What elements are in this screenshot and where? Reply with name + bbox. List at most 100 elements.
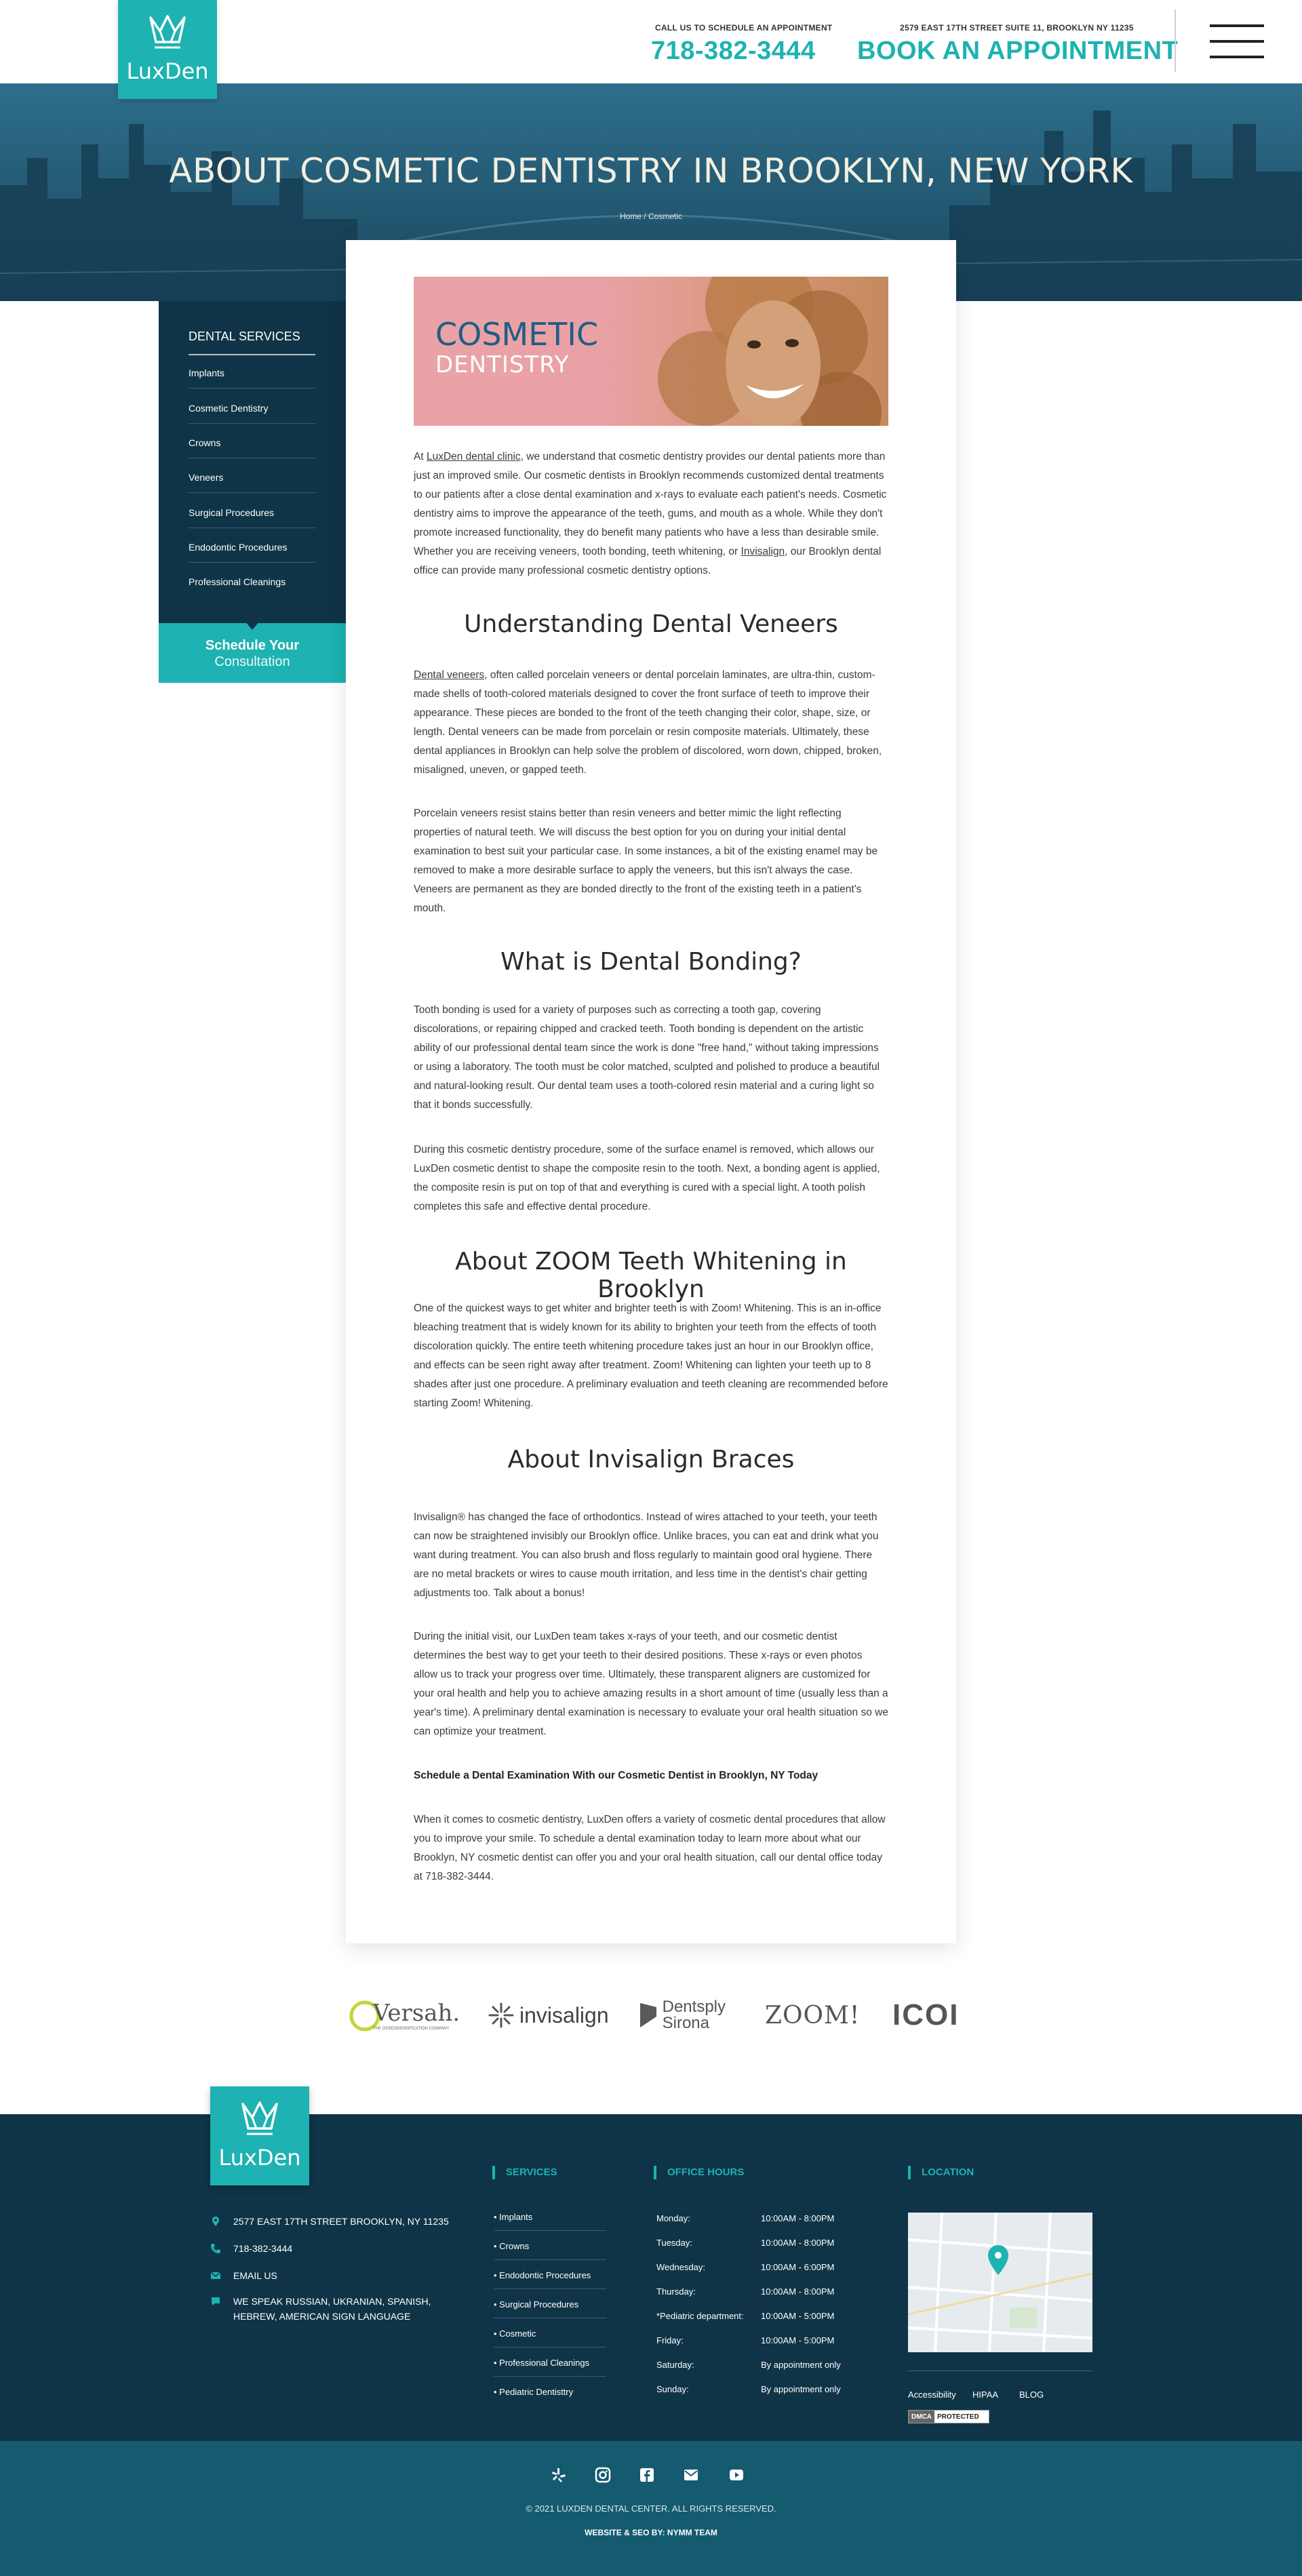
- hours-day: Saturday:: [656, 2360, 694, 2370]
- facebook-icon[interactable]: [639, 2467, 655, 2483]
- banner-line1: COSMETIC: [435, 316, 599, 353]
- email-icon[interactable]: [683, 2467, 699, 2483]
- footer-languages: WE SPEAK RUSSIAN, UKRANIAN, SPANISH, HEB…: [210, 2294, 468, 2324]
- accessibility-link[interactable]: Accessibility: [908, 2390, 956, 2400]
- versah-text: Versah.: [373, 2000, 460, 2027]
- cta-line2: Consultation: [214, 654, 290, 669]
- sidebar-item-professional-cleanings[interactable]: Professional Cleanings: [189, 576, 315, 597]
- versah-subtext: THE OSSEODENSIFICATION COMPANY: [373, 2027, 450, 2031]
- heading-bonding: What is Dental Bonding?: [500, 948, 802, 976]
- hours-time: 10:00AM - 8:00PM: [761, 2238, 835, 2248]
- header-phone-link[interactable]: 718-382-3444: [651, 37, 816, 66]
- hipaa-link[interactable]: HIPAA: [972, 2390, 998, 2400]
- footer-location-title: LOCATION: [908, 2166, 974, 2179]
- closing-paragraph: When it comes to cosmetic dentistry, Lux…: [414, 1814, 886, 1882]
- chat-bubble-icon: [212, 2297, 220, 2305]
- footer-service-surgical[interactable]: • Surgical Procedures: [494, 2299, 606, 2318]
- sirona-text: Sirona: [662, 2014, 709, 2032]
- footer-logo-text: LuxDen: [218, 2145, 301, 2171]
- crown-icon: [149, 15, 186, 49]
- invisalign-paragraph-1: Invisalign® has changed the face of orth…: [414, 1511, 879, 1599]
- footer-services-title: SERVICES: [492, 2166, 557, 2179]
- schedule-consultation-button[interactable]: Schedule Your Consultation: [159, 623, 346, 683]
- bonding-paragraph-2: During this cosmetic dentistry procedure…: [414, 1144, 880, 1212]
- hamburger-icon[interactable]: [1210, 24, 1264, 58]
- dmca-protected-text: PROTECTED: [937, 2413, 979, 2421]
- partner-logo-versah: Versah. THE OSSEODENSIFICATION COMPANY: [349, 1995, 464, 2036]
- footer-service-pediatric[interactable]: • Pediatric Dentisttry: [494, 2387, 606, 2405]
- dmca-badge[interactable]: DMCA PROTECTED: [908, 2410, 989, 2423]
- sidebar-item-surgical-procedures[interactable]: Surgical Procedures: [189, 507, 315, 528]
- footer-hours-title: OFFICE HOURS: [654, 2166, 744, 2179]
- sidebar-item-crowns[interactable]: Crowns: [189, 437, 315, 458]
- breadcrumb: Home / Cosmetic: [0, 212, 1302, 221]
- icoi-text: ICOI: [892, 1998, 960, 2032]
- footer-email-link[interactable]: EMAIL US: [210, 2268, 468, 2283]
- address-label: 2579 EAST 17TH STREET SUITE 11, BROOKLYN…: [900, 23, 1134, 33]
- dmca-text: DMCA: [909, 2411, 934, 2423]
- heading-invisalign: About Invisalign Braces: [507, 1446, 795, 1473]
- footer-logo[interactable]: LuxDen: [210, 2086, 309, 2185]
- site-logo[interactable]: LuxDen: [118, 0, 217, 99]
- sidebar-item-cosmetic-dentistry[interactable]: Cosmetic Dentistry: [189, 403, 315, 424]
- cosmetic-dentistry-banner: COSMETIC DENTISTRY: [414, 277, 888, 426]
- credits-link[interactable]: WEBSITE & SEO BY: NYMM TEAM: [0, 2528, 1302, 2537]
- hours-time: 10:00AM - 8:00PM: [761, 2213, 835, 2223]
- veneers-paragraph-1: Dental veneers, often called porcelain v…: [414, 669, 882, 776]
- footer-phone-link[interactable]: 718-382-3444: [210, 2241, 468, 2256]
- sidebar-item-endodontic-procedures[interactable]: Endodontic Procedures: [189, 542, 315, 563]
- location-map[interactable]: [908, 2213, 1092, 2352]
- invisalign-paragraph-2: During the initial visit, our LuxDen tea…: [414, 1631, 888, 1737]
- phone-icon: [211, 2244, 220, 2253]
- logo-text: LuxDen: [126, 58, 209, 84]
- map-image: [908, 2213, 1092, 2352]
- veneers-paragraph-2: Porcelain veneers resist stains better t…: [414, 808, 878, 914]
- footer-service-cosmetic[interactable]: • Cosmetic: [494, 2329, 606, 2347]
- cta-line1: Schedule Your: [205, 638, 300, 653]
- hours-day: Friday:: [656, 2335, 684, 2345]
- sidebar-item-implants[interactable]: Implants: [189, 368, 315, 389]
- hours-time: 10:00AM - 5:00PM: [761, 2311, 835, 2321]
- breadcrumb-separator: /: [641, 212, 648, 221]
- sidebar-title-underline: [189, 354, 315, 355]
- hours-day: Tuesday:: [656, 2238, 692, 2248]
- crown-icon: [241, 2101, 278, 2135]
- site-footer: [0, 2114, 1302, 2441]
- partner-logo-dentsply: Dentsply Sirona: [637, 1995, 726, 2036]
- hours-day: Sunday:: [656, 2384, 689, 2394]
- footer-service-endodontic[interactable]: • Endodontic Procedures: [494, 2270, 606, 2289]
- hours-time: By appointment only: [761, 2384, 841, 2394]
- sidebar-title: DENTAL SERVICES: [189, 330, 300, 343]
- banner-line2: DENTISTRY: [435, 351, 570, 378]
- hours-day: *Pediatric department:: [656, 2311, 744, 2321]
- hours-day: Wednesday:: [656, 2262, 706, 2272]
- bonding-paragraph-1: Tooth bonding is used for a variety of p…: [414, 1004, 880, 1111]
- yelp-icon[interactable]: [551, 2467, 567, 2483]
- footer-service-crowns[interactable]: • Crowns: [494, 2241, 606, 2260]
- map-marker-icon: [988, 2245, 1008, 2275]
- blog-link[interactable]: BLOG: [1019, 2390, 1044, 2400]
- footer-service-cleanings[interactable]: • Professional Cleanings: [494, 2358, 606, 2377]
- youtube-icon[interactable]: [728, 2467, 745, 2483]
- invisalign-star-icon: [488, 2002, 514, 2028]
- book-appointment-link[interactable]: BOOK AN APPOINTMENT: [857, 37, 1178, 66]
- dentsply-text: Dentsply: [662, 1998, 726, 2016]
- footer-service-implants[interactable]: • Implants: [494, 2212, 606, 2231]
- hours-time: 10:00AM - 6:00PM: [761, 2262, 835, 2272]
- call-label: CALL US TO SCHEDULE AN APPOINTMENT: [655, 23, 833, 33]
- sidebar-item-veneers[interactable]: Veneers: [189, 472, 315, 493]
- heading-zoom: About ZOOM Teeth Whitening in Brooklyn: [455, 1248, 847, 1303]
- heading-veneers: Understanding Dental Veneers: [464, 610, 838, 638]
- dental-veneers-link[interactable]: Dental veneers: [414, 669, 484, 681]
- zoom-text: ZOOM!: [765, 2001, 861, 2029]
- invisalign-link[interactable]: Invisalign: [741, 546, 785, 557]
- instagram-icon[interactable]: [595, 2467, 611, 2483]
- footer-address: 2577 EAST 17TH STREET BROOKLYN, NY 11235: [210, 2214, 468, 2229]
- breadcrumb-home-link[interactable]: Home: [620, 212, 642, 221]
- hours-time: By appointment only: [761, 2360, 841, 2370]
- intro-paragraph: At LuxDen dental clinic, we understand t…: [414, 451, 887, 576]
- breadcrumb-current: Cosmetic: [648, 212, 683, 221]
- invisalign-text: invisalign: [519, 2002, 609, 2027]
- luxden-clinic-link[interactable]: LuxDen dental clinic: [427, 451, 521, 462]
- partner-logo-zoom: ZOOM!: [765, 1995, 860, 2036]
